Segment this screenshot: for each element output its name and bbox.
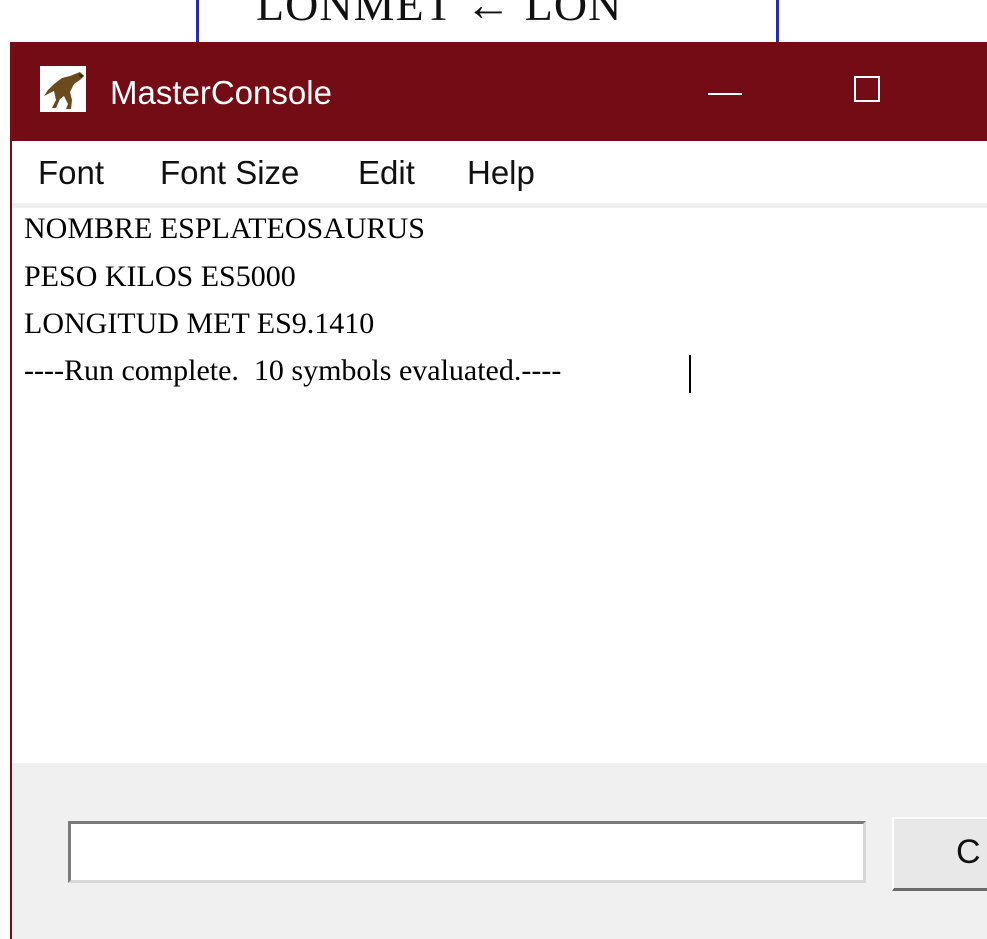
command-button[interactable]: C bbox=[892, 817, 987, 891]
console-line: PESO KILOS ES5000 bbox=[24, 260, 296, 293]
window-title: MasterConsole bbox=[110, 74, 332, 111]
menu-font[interactable]: Font bbox=[38, 154, 104, 192]
console-line: ----Run complete. 10 symbols evaluated.-… bbox=[24, 354, 562, 387]
command-panel: C bbox=[12, 763, 987, 939]
console-line: LONGITUD MET ES9.1410 bbox=[24, 307, 375, 340]
command-button-label: C bbox=[956, 833, 981, 871]
minimize-icon[interactable] bbox=[690, 62, 762, 122]
text-caret bbox=[689, 355, 691, 393]
menu-edit[interactable]: Edit bbox=[358, 154, 415, 192]
menu-help[interactable]: Help bbox=[467, 154, 535, 192]
diagram-border-left bbox=[196, 0, 199, 45]
dinosaur-app-icon bbox=[40, 66, 86, 112]
screen: LONMET ← LON MasterConsole Font Font Siz… bbox=[0, 0, 987, 939]
title-bar[interactable]: MasterConsole bbox=[12, 44, 987, 141]
console-output[interactable]: NOMBRE ESPLATEOSAURUS PESO KILOS ES5000 … bbox=[12, 208, 987, 763]
command-input[interactable] bbox=[68, 821, 866, 883]
maximize-icon[interactable] bbox=[832, 62, 904, 122]
menu-bar: Font Font Size Edit Help bbox=[12, 141, 987, 208]
menu-font-size[interactable]: Font Size bbox=[160, 154, 299, 192]
diagram-text: LONMET ← LON bbox=[256, 0, 623, 30]
master-console-window: MasterConsole Font Font Size Edit Help N… bbox=[10, 42, 987, 939]
diagram-border-right bbox=[776, 0, 779, 45]
console-line: NOMBRE ESPLATEOSAURUS bbox=[24, 212, 425, 245]
background-diagram: LONMET ← LON bbox=[0, 0, 987, 45]
